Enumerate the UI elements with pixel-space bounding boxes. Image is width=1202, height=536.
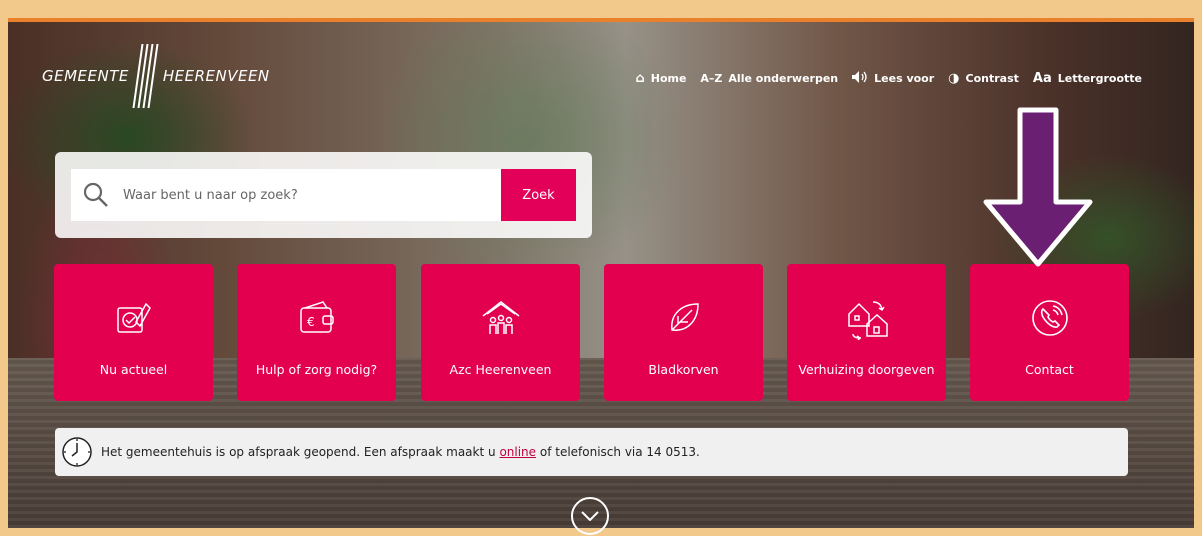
- search-input[interactable]: [121, 169, 501, 221]
- tile-label: Contact: [1025, 362, 1074, 377]
- top-accent-line: [8, 18, 1194, 22]
- contrast-icon: ◑: [948, 71, 960, 86]
- svg-text:€: €: [307, 315, 315, 329]
- tile-hulp-zorg[interactable]: € Hulp of zorg nodig?: [237, 264, 396, 401]
- notice-text: Het gemeentehuis is op afspraak geopend.…: [101, 445, 700, 459]
- nav-contrast[interactable]: ◑ Contrast: [948, 72, 1019, 85]
- tile-label: Bladkorven: [648, 362, 719, 377]
- notice-text-before: Het gemeentehuis is op afspraak geopend.…: [101, 445, 500, 459]
- chevron-down-icon: [581, 511, 599, 521]
- search-button[interactable]: Zoek: [501, 169, 576, 221]
- scroll-down-button[interactable]: [571, 497, 609, 535]
- family-house-icon: [482, 301, 519, 334]
- search-icon: [71, 169, 121, 221]
- news-icon: [116, 302, 151, 333]
- logo[interactable]: GEMEENTE HEERENVEEN: [42, 44, 270, 108]
- nav-all-topics[interactable]: A–Z Alle onderwerpen: [700, 72, 838, 85]
- tile-label: Nu actueel: [99, 362, 168, 377]
- opening-notice: Het gemeentehuis is op afspraak geopend.…: [55, 428, 1128, 476]
- home-icon: ⌂: [635, 71, 645, 86]
- nav-home-label: Home: [650, 72, 687, 85]
- font-size-icon: Aa: [1032, 71, 1052, 86]
- nav-read-aloud[interactable]: Lees voor: [852, 71, 934, 86]
- logo-text-left: GEMEENTE: [42, 67, 129, 85]
- wallet-euro-icon: €: [299, 301, 334, 333]
- tile-bladkorven[interactable]: Bladkorven: [604, 264, 763, 401]
- leaf-icon: [670, 303, 699, 331]
- tile-label: Azc Heerenveen: [449, 362, 552, 377]
- notice-text-after: of telefonisch via 14 0513.: [536, 445, 700, 459]
- tile-verhuizing[interactable]: Verhuizing doorgeven: [787, 264, 946, 401]
- logo-mark-icon: [132, 44, 159, 108]
- search-bar: Zoek: [71, 169, 576, 221]
- az-icon: A–Z: [700, 72, 723, 85]
- logo-text-right: HEERENVEEN: [162, 67, 270, 85]
- online-link[interactable]: online: [499, 445, 536, 459]
- tile-label: Verhuizing doorgeven: [798, 362, 935, 377]
- tile-label: Hulp of zorg nodig?: [255, 362, 378, 377]
- arrow-annotation-icon: [983, 107, 1093, 267]
- tile-contact[interactable]: Contact: [970, 264, 1129, 401]
- speaker-icon: [852, 71, 868, 86]
- nav-all-topics-label: Alle onderwerpen: [728, 72, 839, 85]
- nav-read-aloud-label: Lees voor: [874, 72, 935, 85]
- moving-houses-icon: [847, 301, 888, 340]
- nav-font-size[interactable]: Aa Lettergrootte: [1033, 72, 1142, 85]
- phone-icon: [1031, 300, 1068, 336]
- nav-home[interactable]: ⌂ Home: [635, 72, 686, 85]
- clock-icon: [62, 437, 92, 467]
- nav-font-size-label: Lettergrootte: [1057, 72, 1142, 85]
- search-panel: Zoek: [55, 152, 592, 238]
- tile-nu-actueel[interactable]: Nu actueel: [54, 264, 213, 401]
- tile-azc[interactable]: Azc Heerenveen: [421, 264, 580, 401]
- nav-contrast-label: Contrast: [965, 72, 1019, 85]
- top-navigation: ⌂ Home A–Z Alle onderwerpen Lees voor ◑ …: [635, 71, 1142, 86]
